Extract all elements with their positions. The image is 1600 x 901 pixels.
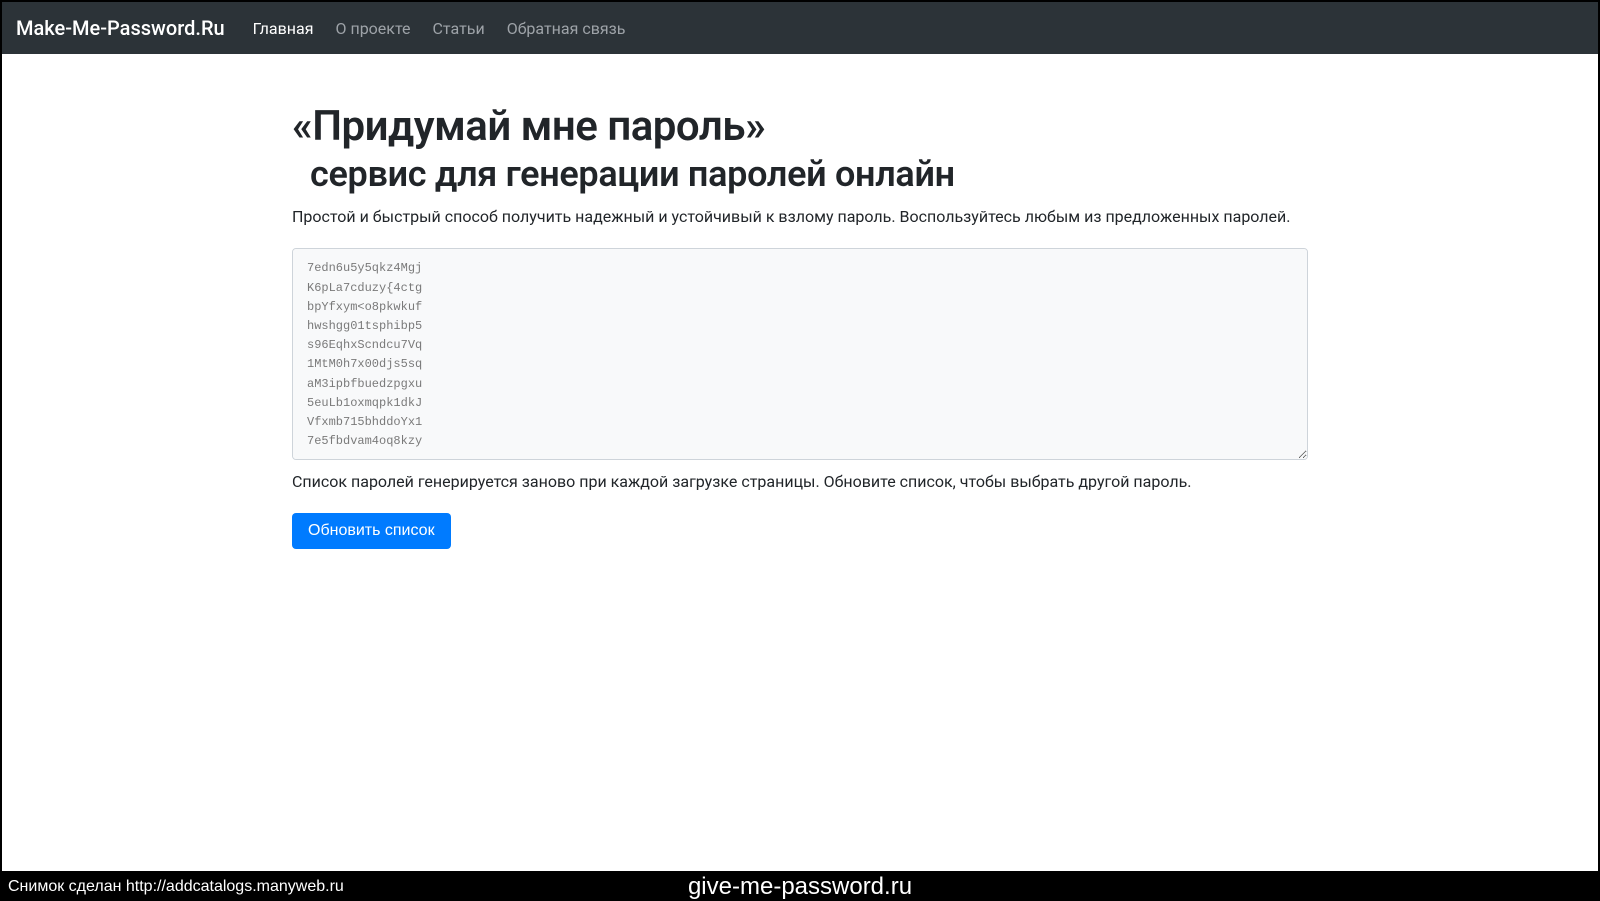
help-text: Список паролей генерируется заново при к… [292,472,1308,491]
content-area: «Придумай мне пароль» сервис для генерац… [2,54,1598,871]
nav-link-feedback[interactable]: Обратная связь [497,13,636,44]
refresh-button[interactable]: Обновить список [292,513,451,549]
password-list-textarea[interactable] [292,248,1308,460]
page-title-line2: сервис для генерации паролей онлайн [292,152,1308,197]
footer-domain: give-me-password.ru [688,873,912,901]
brand[interactable]: Make-Me-Password.Ru [16,16,225,40]
lead-text: Простой и быстрый способ получить надежн… [292,207,1308,226]
footer-credit: Снимок сделан http://addcatalogs.manyweb… [0,878,344,896]
page-title-line1: «Придумай мне пароль» [292,102,1308,152]
nav-link-about[interactable]: О проекте [325,13,420,44]
navbar: Make-Me-Password.Ru Главная О проекте Ст… [2,2,1598,54]
nav-link-articles[interactable]: Статьи [423,13,495,44]
footer-bar: Снимок сделан http://addcatalogs.manyweb… [0,873,1600,900]
nav-links: Главная О проекте Статьи Обратная связь [243,13,636,44]
nav-link-home[interactable]: Главная [243,13,324,44]
